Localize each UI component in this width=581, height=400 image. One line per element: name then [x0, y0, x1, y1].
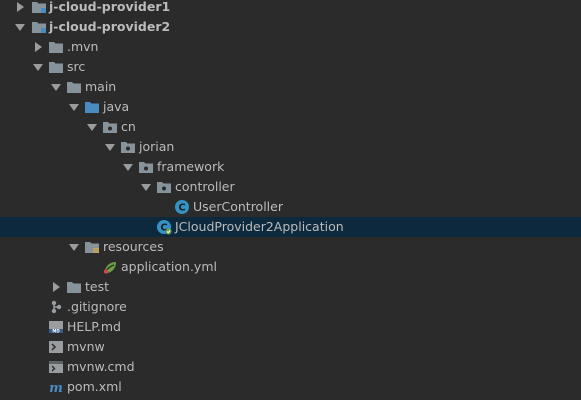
collapse-arrow-icon[interactable]: [67, 237, 81, 257]
maven-pom-icon: m: [48, 379, 64, 396]
tree-item-controller[interactable]: controller: [0, 177, 581, 197]
tree-item-label: pom.xml: [67, 379, 122, 394]
spring-config-icon: [102, 259, 118, 275]
tree-item-label: JCloudProvider2Application: [175, 219, 344, 234]
shell-script-icon: [48, 339, 64, 355]
folder-icon: [66, 79, 82, 95]
tree-item-label: main: [85, 79, 117, 94]
tree-item-label: j-cloud-provider1: [49, 0, 171, 14]
tree-item-src[interactable]: src: [0, 57, 581, 77]
markdown-icon: MD: [48, 319, 64, 335]
module-folder-icon: [31, 0, 47, 15]
collapse-arrow-icon[interactable]: [49, 77, 63, 97]
tree-item-label: mvnw: [67, 339, 105, 354]
tree-item-label: application.yml: [121, 259, 217, 274]
tree-item-label: src: [67, 59, 86, 74]
package-icon: [102, 119, 118, 135]
collapse-arrow-icon[interactable]: [121, 157, 135, 177]
tree-item-label: .gitignore: [67, 299, 127, 314]
tree-item-cn[interactable]: cn: [0, 117, 581, 137]
module-folder-icon: [31, 19, 47, 35]
expand-arrow-icon[interactable]: [49, 277, 63, 297]
package-icon: [120, 139, 136, 155]
expand-arrow-icon[interactable]: [13, 0, 27, 17]
tree-item-label: HELP.md: [67, 319, 121, 334]
tree-item-j-cloud-provider1[interactable]: j-cloud-provider1: [0, 0, 581, 17]
tree-item-label: UserController: [193, 199, 283, 214]
project-tree: j-cloud-provider1 j-cloud-provider2 .mvn…: [0, 0, 581, 400]
collapse-arrow-icon[interactable]: [67, 97, 81, 117]
spring-boot-class-icon: C: [156, 219, 172, 235]
tree-item-label: controller: [175, 179, 235, 194]
tree-item-label: java: [103, 99, 130, 114]
source-folder-icon: [84, 99, 100, 115]
tree-item-test[interactable]: test: [0, 277, 581, 297]
tree-item-label: mvnw.cmd: [67, 359, 135, 374]
tree-item-label: framework: [157, 159, 225, 174]
tree-item-usercontroller[interactable]: C UserController: [0, 197, 581, 217]
tree-item-label: jorian: [139, 139, 175, 154]
folder-icon: [48, 39, 64, 55]
tree-item-j-cloud-provider2[interactable]: j-cloud-provider2: [0, 17, 581, 37]
collapse-arrow-icon[interactable]: [31, 57, 45, 77]
tree-item-label: test: [85, 279, 110, 294]
collapse-arrow-icon[interactable]: [103, 137, 117, 157]
package-icon: [138, 159, 154, 175]
tree-item-label: .mvn: [67, 39, 99, 54]
tree-item-mvn[interactable]: .mvn: [0, 37, 581, 57]
svg-text:MD: MD: [52, 328, 60, 333]
collapse-arrow-icon[interactable]: [85, 117, 99, 137]
tree-item-label: resources: [103, 239, 164, 254]
cmd-file-icon: [48, 359, 64, 375]
tree-item-framework[interactable]: framework: [0, 157, 581, 177]
package-icon: [156, 179, 172, 195]
tree-item-main[interactable]: main: [0, 77, 581, 97]
tree-item-gitignore[interactable]: .gitignore: [0, 297, 581, 317]
tree-item-jcloudprovider2application[interactable]: C JCloudProvider2Application: [0, 217, 581, 237]
collapse-arrow-icon[interactable]: [13, 17, 27, 37]
tree-item-resources[interactable]: resources: [0, 237, 581, 257]
tree-item-java[interactable]: java: [0, 97, 581, 117]
collapse-arrow-icon[interactable]: [139, 177, 153, 197]
java-class-icon: C: [174, 199, 190, 215]
tree-item-application-yml[interactable]: application.yml: [0, 257, 581, 277]
resources-folder-icon: [84, 239, 100, 255]
gitignore-icon: [48, 299, 64, 315]
expand-arrow-icon[interactable]: [31, 37, 45, 57]
folder-icon: [66, 279, 82, 295]
tree-item-label: cn: [121, 119, 136, 134]
tree-item-help-md[interactable]: MD HELP.md: [0, 317, 581, 337]
folder-icon: [48, 59, 64, 75]
tree-item-mvnw[interactable]: mvnw: [0, 337, 581, 357]
tree-item-pom-xml[interactable]: m pom.xml: [0, 377, 581, 397]
tree-item-jorian[interactable]: jorian: [0, 137, 581, 157]
svg-text:m: m: [49, 381, 63, 395]
tree-item-mvnw-cmd[interactable]: mvnw.cmd: [0, 357, 581, 377]
tree-item-label: j-cloud-provider2: [49, 19, 171, 34]
svg-text:C: C: [178, 203, 185, 214]
